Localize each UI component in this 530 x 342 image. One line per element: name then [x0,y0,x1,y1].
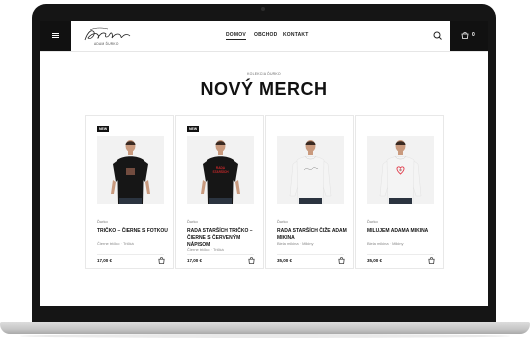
laptop-shadow [20,334,510,338]
product-category[interactable]: Mikiny [392,241,403,246]
product-name[interactable]: RADA STARŠÍCH ČIŽE ADAM MIKINA [277,228,349,242]
card-divider [97,254,164,255]
product-image[interactable] [277,136,344,204]
product-name[interactable]: TRIČKO – ČIERNE S FOTKOU [97,228,169,235]
product-image[interactable] [367,136,434,204]
shopping-bag-icon[interactable] [248,257,255,264]
hamburger-icon[interactable] [40,21,71,51]
nav-obchod[interactable]: OBCHOD [254,32,277,38]
site-header: ADAM ĎURKO DOMOV OBCHOD KONTAKT 0 [40,21,488,52]
new-badge: NEW [187,126,200,132]
cart-icon [461,32,469,39]
product-name[interactable]: RADA STARŠÍCH TRIČKO – ČIERNE S ČERVENÝM… [187,228,259,249]
svg-text:ADAM ĎURKO: ADAM ĎURKO [94,41,119,46]
page-title: NOVÝ MERCH [200,79,328,99]
card-divider [187,254,254,255]
product-category[interactable]: Čierne tričko [97,241,119,246]
new-badge: NEW [97,126,110,132]
nav-domov[interactable]: DOMOV [226,32,246,40]
product-category[interactable]: Čierne tričko [187,247,209,252]
nav-kontakt[interactable]: KONTAKT [283,32,308,38]
product-image[interactable] [97,136,164,204]
product-category[interactable]: Biela mikina [367,241,389,246]
shopping-bag-icon[interactable] [338,257,345,264]
product-brand[interactable]: Ďurko [97,219,108,224]
card-divider [367,254,434,255]
product-categories: Čierne tričko · Tričká [187,247,224,252]
product-card[interactable]: RADA STARŠÍCH NEW Ďurko RADA STARŠÍCH TRI… [175,115,264,269]
product-photo: RADASTARŠÍCH [187,136,254,204]
product-brand[interactable]: Ďurko [367,219,378,224]
product-photo [277,136,344,204]
cart-count: 0 [472,32,475,38]
product-price: 17,00 € [97,258,113,263]
browser-screen: ADAM ĎURKO DOMOV OBCHOD KONTAKT 0 KOLEKC… [40,21,488,306]
product-category[interactable]: Tričká [213,247,224,252]
product-card[interactable]: NEW Ďurko TRIČKO – ČIERNE S FOTKOU Čiern… [85,115,174,269]
product-categories: Čierne tričko · Tričká [97,241,134,246]
collection-label: KOLEKCIA ĎURKO [247,72,281,76]
shopping-bag-icon[interactable] [428,257,435,264]
camera-dot [261,7,265,11]
cart-button[interactable]: 0 [450,21,488,51]
product-card[interactable]: Ďurko MILUJEM ADAMA MIKINA Biela mikina … [355,115,444,269]
product-brand[interactable]: Ďurko [187,219,198,224]
product-card[interactable]: Ďurko RADA STARŠÍCH ČIŽE ADAM MIKINA Bie… [265,115,354,269]
shopping-bag-icon[interactable] [158,257,165,264]
logo-signature[interactable]: ADAM ĎURKO [82,26,134,46]
product-brand[interactable]: Ďurko [277,219,288,224]
product-category[interactable]: Tričká [123,241,134,246]
card-divider [277,254,344,255]
product-price: 35,00 € [277,258,293,263]
product-categories: Biela mikina · Mikiny [367,241,404,246]
product-photo [367,136,434,204]
product-category[interactable]: Biela mikina [277,241,299,246]
product-price: 17,00 € [187,258,203,263]
product-name[interactable]: MILUJEM ADAMA MIKINA [367,228,439,235]
product-categories: Biela mikina · Mikiny [277,241,314,246]
laptop-base [0,322,530,334]
product-price: 35,00 € [367,258,383,263]
product-category[interactable]: Mikiny [302,241,313,246]
product-image[interactable]: RADA STARŠÍCH [187,136,254,204]
svg-text:STARŠÍCH: STARŠÍCH [212,169,229,174]
search-icon[interactable] [432,30,444,42]
product-photo [97,136,164,204]
